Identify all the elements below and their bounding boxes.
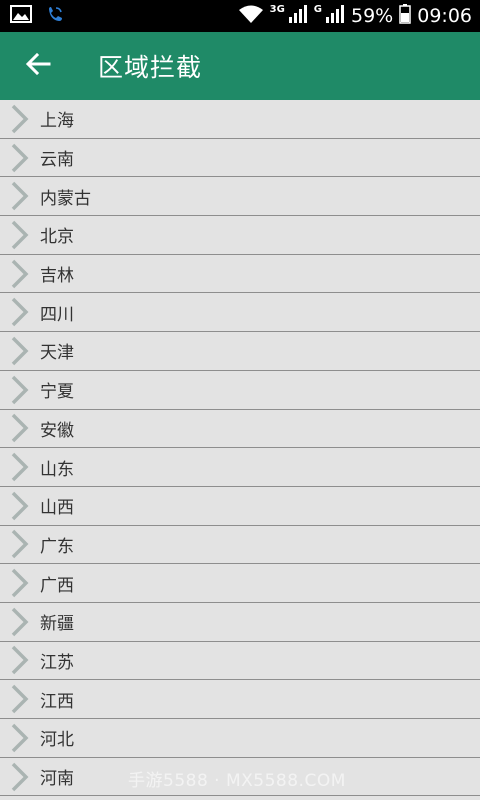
list-item[interactable]: 云南 bbox=[0, 139, 480, 178]
battery-percent: 59% bbox=[351, 5, 394, 27]
wifi-icon bbox=[238, 4, 264, 28]
list-item-label: 广东 bbox=[40, 536, 74, 557]
list-item-label: 天津 bbox=[40, 343, 74, 364]
chevron-right-icon bbox=[0, 641, 40, 679]
list-item-label: 广西 bbox=[40, 575, 74, 596]
list-item-label: 山西 bbox=[40, 498, 74, 519]
chevron-right-icon bbox=[0, 448, 40, 486]
list-item-label: 江苏 bbox=[40, 652, 74, 673]
chevron-right-icon bbox=[0, 487, 40, 525]
chevron-right-icon bbox=[0, 758, 40, 796]
list-item[interactable]: 安徽 bbox=[0, 410, 480, 449]
signal-g-icon bbox=[325, 4, 345, 28]
list-item[interactable]: 山东 bbox=[0, 448, 480, 487]
chevron-right-icon bbox=[0, 525, 40, 563]
chevron-right-icon bbox=[0, 603, 40, 641]
list-item[interactable]: 新疆 bbox=[0, 603, 480, 642]
list-item-label: 宁夏 bbox=[40, 382, 74, 403]
chevron-right-icon bbox=[0, 564, 40, 602]
list-item-label: 吉林 bbox=[40, 266, 74, 287]
chevron-right-icon bbox=[0, 216, 40, 254]
list-item-label: 山东 bbox=[40, 459, 74, 480]
network-g-label: G bbox=[313, 4, 322, 15]
list-item[interactable]: 广东 bbox=[0, 526, 480, 565]
list-item-label: 内蒙古 bbox=[40, 188, 91, 209]
chevron-right-icon bbox=[0, 371, 40, 409]
list-item-label: 上海 bbox=[40, 111, 74, 132]
arrow-left-icon bbox=[25, 52, 51, 79]
list-item[interactable]: 山西 bbox=[0, 487, 480, 526]
list-item-label: 江西 bbox=[40, 691, 74, 712]
list-item[interactable]: 河北 bbox=[0, 719, 480, 758]
list-item[interactable]: 内蒙古 bbox=[0, 177, 480, 217]
status-bar: 3G G 59% 09:06 bbox=[0, 0, 480, 32]
list-item[interactable]: 江苏 bbox=[0, 642, 480, 681]
list-item[interactable]: 广西 bbox=[0, 564, 480, 603]
list-item-label: 北京 bbox=[40, 227, 74, 248]
list-item-label: 安徽 bbox=[40, 420, 74, 441]
status-bar-left bbox=[10, 5, 64, 27]
chevron-right-icon bbox=[0, 100, 40, 138]
page-title: 区域拦截 bbox=[98, 53, 203, 82]
network-3g-label: 3G bbox=[269, 4, 285, 15]
chevron-right-icon bbox=[0, 255, 40, 293]
list-item[interactable]: 宁夏 bbox=[0, 371, 480, 410]
list-item[interactable]: 四川 bbox=[0, 293, 480, 333]
app-bar: 区域拦截 bbox=[0, 32, 480, 100]
watermark: 手游5588 · MX5588.COM bbox=[128, 771, 346, 791]
chevron-right-icon bbox=[0, 177, 40, 215]
region-list: 上海云南内蒙古北京吉林四川天津宁夏安徽山东山西广东广西新疆江苏江西河北河南 bbox=[0, 100, 480, 797]
list-item-label: 新疆 bbox=[40, 614, 74, 635]
list-item[interactable]: 江西 bbox=[0, 680, 480, 719]
status-bar-right: 3G G 59% 09:06 bbox=[232, 0, 472, 32]
list-item-label: 云南 bbox=[40, 150, 74, 171]
list-item[interactable]: 吉林 bbox=[0, 255, 480, 294]
chevron-right-icon bbox=[0, 139, 40, 177]
chevron-right-icon bbox=[0, 409, 40, 447]
image-notification-icon bbox=[10, 5, 32, 27]
chevron-right-icon bbox=[0, 293, 40, 331]
clock-time: 09:06 bbox=[417, 5, 472, 27]
chevron-right-icon bbox=[0, 680, 40, 718]
chevron-right-icon bbox=[0, 719, 40, 757]
list-item-label: 四川 bbox=[40, 304, 74, 325]
list-item-label: 河北 bbox=[40, 730, 74, 751]
back-button[interactable] bbox=[0, 32, 76, 100]
list-item-label: 河南 bbox=[40, 769, 74, 790]
chevron-right-icon bbox=[0, 332, 40, 370]
signal-3g-icon bbox=[288, 4, 308, 28]
list-item[interactable]: 上海 bbox=[0, 100, 480, 139]
battery-icon bbox=[399, 4, 411, 28]
list-item[interactable]: 天津 bbox=[0, 332, 480, 371]
phone-sync-icon bbox=[46, 5, 64, 27]
list-item[interactable]: 北京 bbox=[0, 216, 480, 255]
